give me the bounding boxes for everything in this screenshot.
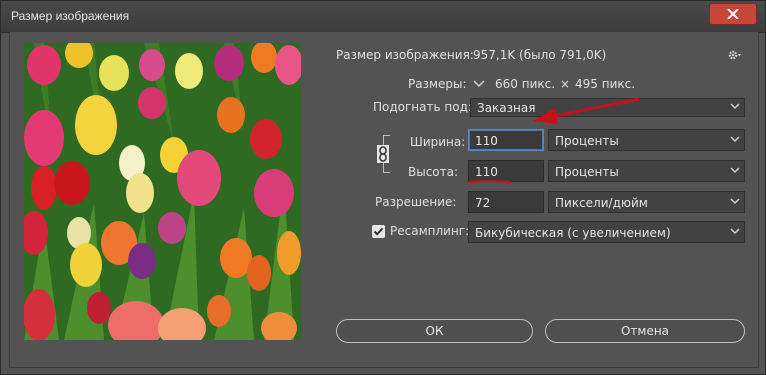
chevron-down-icon: [730, 228, 740, 235]
height-unit-value: Проценты: [555, 165, 619, 179]
dimensions-times: ×: [560, 77, 571, 91]
resample-label: Ресамплинг:: [390, 224, 470, 238]
cancel-button[interactable]: Отмена: [545, 319, 745, 343]
chevron-down-icon: [730, 198, 740, 205]
resolution-input-value: 72: [475, 196, 491, 210]
width-label: Ширина:: [410, 135, 466, 149]
image-size-value: 957,1K (было 791,0K): [473, 48, 607, 62]
resolution-input[interactable]: 72: [468, 191, 544, 213]
height-input-value: 110: [475, 165, 498, 179]
resample-select[interactable]: Бикубическая (с увеличением): [468, 221, 745, 243]
resolution-unit-value: Пиксели/дюйм: [555, 196, 648, 210]
image-preview[interactable]: [24, 43, 301, 340]
width-unit-value: Проценты: [555, 134, 619, 148]
resolution-label: Разрешение:: [375, 195, 457, 209]
height-unit-select[interactable]: Проценты: [548, 160, 745, 182]
chevron-down-icon: [730, 103, 740, 110]
width-input-value: 110: [475, 134, 498, 148]
chevron-down-icon: [730, 167, 740, 174]
ok-button[interactable]: ОК: [336, 319, 533, 343]
cancel-button-label: Отмена: [620, 324, 670, 338]
close-icon: [727, 9, 739, 19]
annotation-underline: [466, 180, 512, 183]
gear-icon[interactable]: [728, 50, 742, 62]
chevron-down-icon[interactable]: [473, 80, 485, 88]
fit-to-label: Подогнать под:: [373, 100, 472, 114]
dialog-title: Размер изображения: [11, 9, 130, 23]
close-button[interactable]: [709, 3, 757, 25]
resample-value: Бикубическая (с увеличением): [475, 226, 671, 240]
dimensions-width: 660 пикс.: [495, 77, 556, 91]
title-bar[interactable]: Размер изображения: [1, 1, 765, 33]
dimensions-label: Размеры:: [408, 77, 467, 91]
resample-checkbox[interactable]: [372, 225, 385, 238]
chain-link-icon[interactable]: [377, 145, 389, 163]
dialog-body: Размер изображения: 957,1K (было 791,0K)…: [9, 32, 759, 368]
height-label: Высота:: [408, 165, 459, 179]
image-size-label: Размер изображения:: [336, 48, 474, 62]
image-size-dialog: Размер изображения Размер изображения: 9…: [0, 0, 766, 375]
constrain-bracket-bottom: [383, 162, 390, 173]
resolution-unit-select[interactable]: Пиксели/дюйм: [548, 191, 745, 213]
dimensions-height: 495 пикс.: [575, 77, 636, 91]
annotation-arrow: [533, 97, 640, 124]
chevron-down-icon: [730, 136, 740, 143]
ok-button-label: ОК: [425, 324, 444, 338]
check-icon: [373, 227, 384, 236]
